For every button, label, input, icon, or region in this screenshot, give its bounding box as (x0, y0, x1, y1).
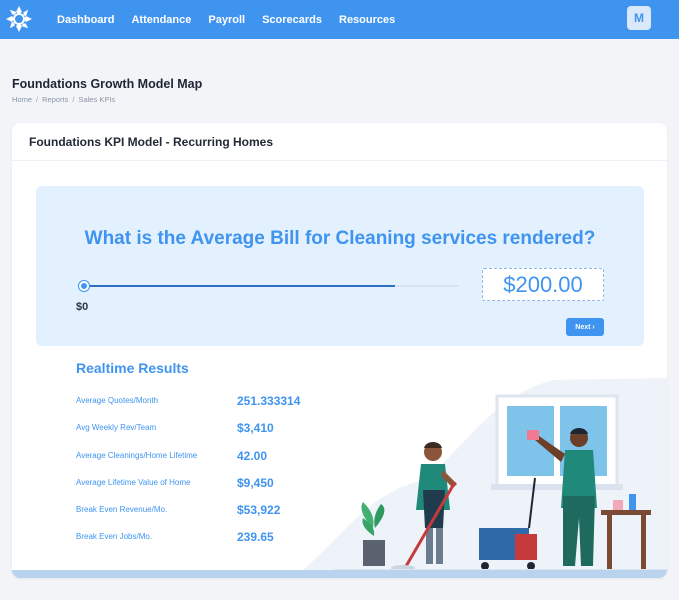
result-label-lifetime-value: Average Lifetime Value of Home (76, 478, 191, 487)
nav-resources[interactable]: Resources (339, 14, 395, 26)
breadcrumb-sales-kpis: Sales KPIs (78, 95, 116, 104)
nav-dashboard[interactable]: Dashboard (57, 14, 114, 26)
question-panel: What is the Average Bill for Cleaning se… (36, 186, 644, 346)
result-label-cleanings: Average Cleanings/Home Lifetime (76, 451, 198, 460)
result-label-break-even-revenue: Break Even Revenue/Mo. (76, 505, 168, 514)
brand-logo-icon[interactable] (4, 4, 34, 34)
breadcrumb: Home / Reports / Sales KPIs (12, 95, 115, 104)
result-label-quotes: Average Quotes/Month (76, 396, 159, 405)
slider-fill (83, 285, 396, 287)
breadcrumb-reports[interactable]: Reports (42, 95, 68, 104)
main-nav: Dashboard Attendance Payroll Scorecards … (57, 0, 412, 39)
result-value-lifetime-value: $9,450 (237, 476, 274, 490)
result-value-break-even-jobs: 239.65 (237, 530, 274, 544)
card-footer-bar (12, 570, 667, 578)
results-title: Realtime Results (76, 360, 189, 376)
user-avatar[interactable]: M (627, 6, 651, 30)
card-header: Foundations KPI Model - Recurring Homes (12, 123, 667, 161)
top-navigation-bar: Dashboard Attendance Payroll Scorecards … (0, 0, 679, 39)
result-label-weekly-rev: Avg Weekly Rev/Team (76, 423, 157, 432)
result-value-cleanings: 42.00 (237, 449, 268, 463)
breadcrumb-home[interactable]: Home (12, 95, 32, 104)
slider-min-label: $0 (76, 301, 89, 313)
question-text: What is the Average Bill for Cleaning se… (84, 228, 596, 249)
card-title: Foundations KPI Model - Recurring Homes (29, 135, 274, 149)
nav-scorecards[interactable]: Scorecards (262, 14, 322, 26)
slider-track[interactable] (83, 285, 459, 287)
result-value-weekly-rev: $3,410 (237, 421, 274, 435)
cleaning-illustration (293, 378, 667, 578)
breadcrumb-separator: / (72, 95, 75, 104)
result-value-break-even-revenue: $53,922 (237, 503, 281, 517)
slider-handle[interactable] (79, 281, 89, 291)
nav-attendance[interactable]: Attendance (131, 14, 191, 26)
amount-input[interactable] (482, 268, 604, 301)
breadcrumb-separator: / (36, 95, 39, 104)
next-button[interactable]: Next › (566, 318, 604, 336)
page-title: Foundations Growth Model Map (12, 77, 203, 91)
result-value-quotes: 251.333314 (237, 394, 301, 408)
result-label-break-even-jobs: Break Even Jobs/Mo. (76, 532, 153, 541)
nav-payroll[interactable]: Payroll (208, 14, 245, 26)
kpi-model-card: Foundations KPI Model - Recurring Homes … (12, 123, 667, 578)
